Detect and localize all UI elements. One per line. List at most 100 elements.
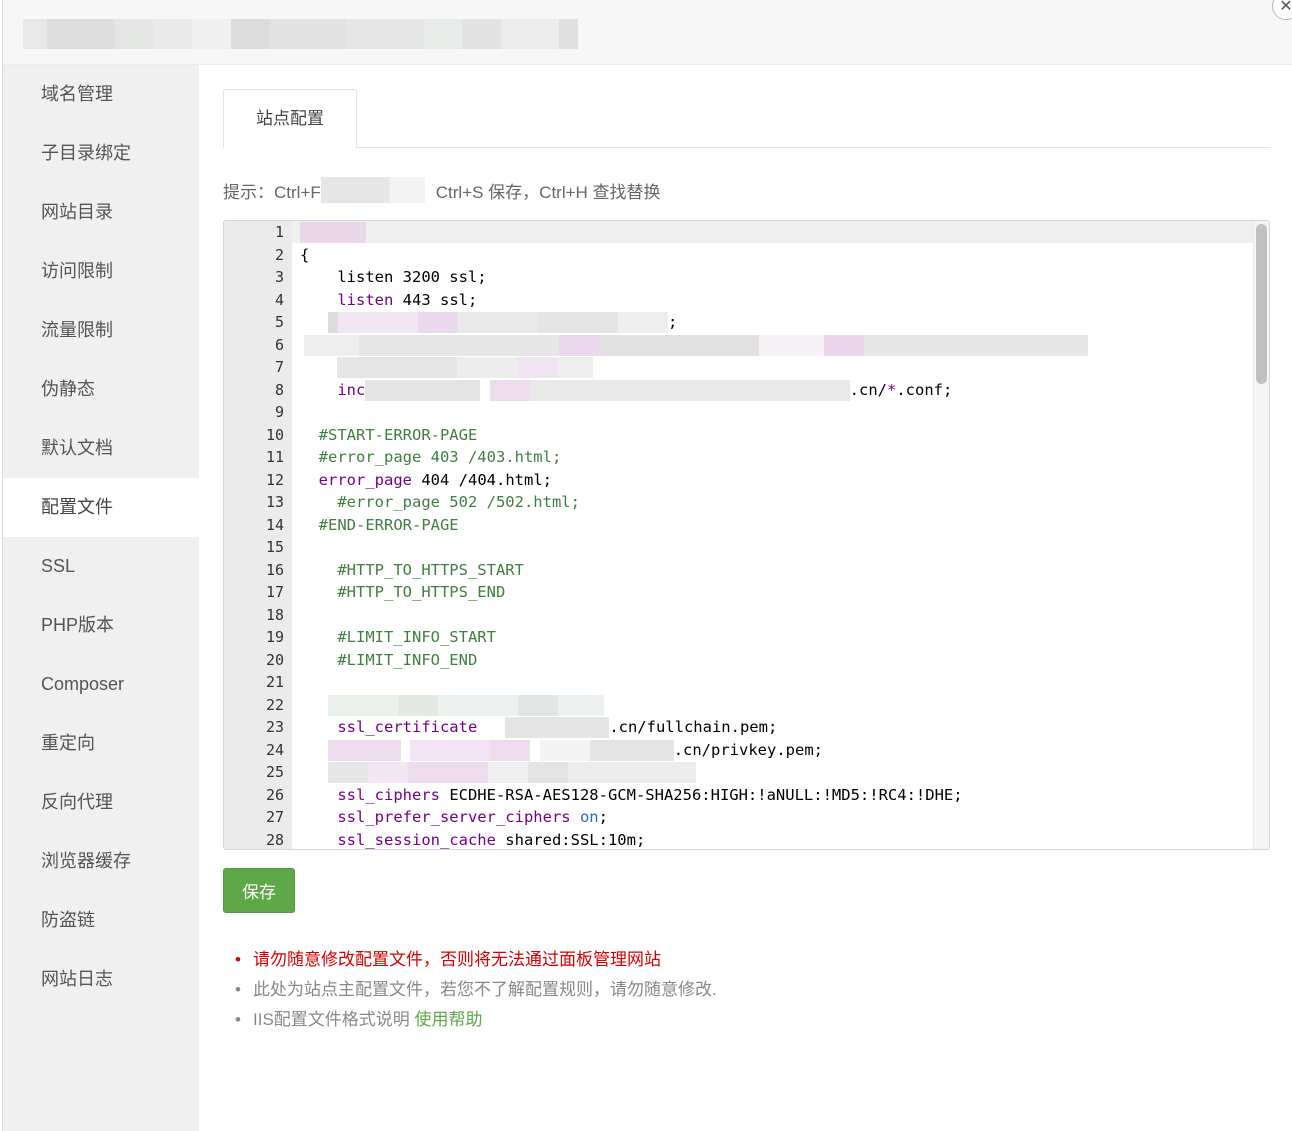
code-text: #error_page 502 /502.html; [300,493,580,511]
sidebar-item-traffic-limit[interactable]: 流量限制 [3,301,199,360]
redacted-text [538,312,618,333]
dialog-titlebar [3,0,1292,65]
sidebar-item-redirect[interactable]: 重定向 [3,714,199,773]
code-line[interactable]: 16 #HTTP_TO_HTTPS_START [224,559,1255,582]
sidebar-item-access-limit[interactable]: 访问限制 [3,242,199,301]
sidebar-item-reverse-proxy[interactable]: 反向代理 [3,773,199,832]
code-line[interactable]: 9 [224,401,1255,424]
sidebar-item-default-doc[interactable]: 默认文档 [3,419,199,478]
line-number: 24 [265,740,284,759]
code-line[interactable]: 1 [224,221,1255,244]
code-editor[interactable]: 1 2{ 3 listen 3200 ssl; 4 listen 443 ssl… [223,220,1270,850]
redacted-text [558,694,604,716]
code-line[interactable]: 3 listen 3200 ssl; [224,266,1255,289]
code-line[interactable]: 15 [224,536,1255,559]
line-number: 2 [274,245,284,264]
sidebar-item-site-dir[interactable]: 网站目录 [3,183,199,242]
sidebar-item-composer[interactable]: Composer [3,655,199,714]
code-line[interactable]: 21 [224,671,1255,694]
redacted-text [568,762,696,783]
sidebar-item-php-version[interactable]: PHP版本 [3,596,199,655]
redacted-text [529,379,850,401]
redacted-text [458,312,538,333]
code-text [300,221,366,244]
sidebar-item-config-file[interactable]: 配置文件 [3,478,199,537]
redacted-text [518,694,558,716]
code-line[interactable]: 4 listen 443 ssl; [224,289,1255,312]
redacted-text [864,334,1088,356]
line-number: 22 [265,695,284,714]
scroll-thumb[interactable] [1256,224,1267,384]
line-number: 15 [265,538,284,556]
code-line[interactable]: 5 ; [224,311,1255,334]
redacted-text [438,694,518,716]
code-line[interactable]: 23 ssl_certificate .cn/fullchain.pem; [224,716,1255,739]
code-line[interactable]: 12 error_page 404 /404.html; [224,469,1255,492]
shortcut-hint: 提示：Ctrl+F Ctrl+S 保存，Ctrl+H 查找替换 [223,177,661,203]
sidebar-item-rewrite[interactable]: 伪静态 [3,360,199,419]
redacted-text [408,762,488,783]
code-line[interactable]: 11 #error_page 403 /403.html; [224,446,1255,469]
redacted-text [490,739,531,761]
redacted-text [618,312,668,333]
code-line[interactable]: 8 inc .cn/*.conf; [224,379,1255,402]
code-text: inc .cn/*.conf; [337,379,953,401]
code-line[interactable]: 25 [224,761,1255,784]
code-line[interactable]: 20 #LIMIT_INFO_END [224,649,1255,672]
redacted-text [599,334,759,356]
code-line[interactable]: 14 #END-ERROR-PAGE [224,514,1255,537]
line-number: 10 [265,425,284,444]
code-text: #LIMIT_INFO_START [300,628,496,646]
line-number: 1 [274,223,284,241]
line-number: 19 [265,628,284,646]
redacted-text [559,334,599,356]
line-number: 17 [265,583,284,601]
code-text [300,356,594,379]
code-line[interactable]: 24 .cn/privkey.pem; [224,739,1255,762]
redacted-text [759,334,824,356]
code-text: ssl_ciphers ECDHE-RSA-AES128-GCM-SHA256:… [337,785,963,804]
code-line[interactable]: 6 [224,334,1255,357]
code-line[interactable]: 28 ssl_session_cache shared:SSL:10m; [224,829,1255,850]
code-line[interactable]: 26 ssl_ciphers ECDHE-RSA-AES128-GCM-SHA2… [224,784,1255,807]
code-text: #LIMIT_INFO_END [300,650,478,669]
code-line[interactable]: 27 ssl_prefer_server_ciphers on; [224,806,1255,829]
sidebar-item-browser-cache[interactable]: 浏览器缓存 [3,832,199,891]
sidebar-item-hotlink[interactable]: 防盗链 [3,891,199,950]
code-line[interactable]: 7 [224,356,1255,379]
sidebar-item-ssl[interactable]: SSL [3,537,199,596]
editor-scrollbar[interactable] [1253,221,1269,849]
help-link[interactable]: 使用帮助 [415,1010,483,1029]
code-lines: 1 2{ 3 listen 3200 ssl; 4 listen 443 ssl… [224,221,1255,850]
code-text [300,761,696,784]
redacted-text [457,357,518,378]
code-text: .cn/privkey.pem; [300,739,823,762]
line-number: 18 [265,605,284,624]
line-number: 11 [265,448,284,466]
line-number: 6 [274,335,284,354]
sidebar-item-site-log[interactable]: 网站日志 [3,950,199,1009]
sidebar-item-domain[interactable]: 域名管理 [3,65,199,124]
code-line[interactable]: 19 #LIMIT_INFO_START [224,626,1255,649]
code-line[interactable]: 13 #error_page 502 /502.html; [224,491,1255,514]
save-button[interactable]: 保存 [223,868,295,913]
redacted-text [528,762,568,783]
warning-note: 请勿随意修改配置文件，否则将无法通过面板管理网站 [235,945,717,975]
redacted-text [589,739,674,761]
code-line[interactable]: 18 [224,604,1255,627]
redacted-text [418,312,458,333]
code-line[interactable]: 22 [224,694,1255,717]
code-line[interactable]: 17 #HTTP_TO_HTTPS_END [224,581,1255,604]
redacted-text [304,334,359,356]
code-text [300,694,604,717]
line-number: 14 [265,515,284,534]
code-text: { [300,245,310,264]
redacted-text [365,379,481,401]
sidebar-item-subdir[interactable]: 子目录绑定 [3,124,199,183]
tab-site-config[interactable]: 站点配置 [223,89,357,149]
code-line[interactable]: 2{ [224,244,1255,267]
code-text: listen 3200 ssl; [300,268,487,286]
code-line[interactable]: 10 #START-ERROR-PAGE [224,424,1255,447]
redacted-hint [320,177,425,203]
code-text: listen 443 ssl; [337,290,478,309]
